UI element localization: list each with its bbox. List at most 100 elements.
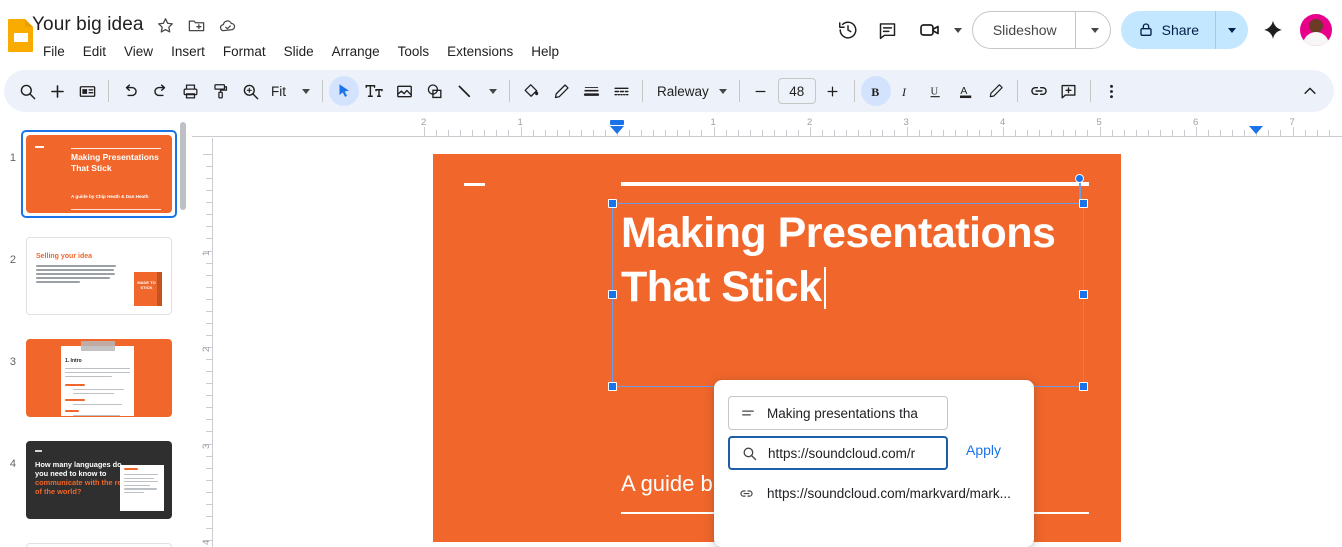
filmstrip-slide-4[interactable]: 4 How many languages do you need to know…	[2, 436, 177, 524]
insert-comment-icon[interactable]	[1054, 76, 1084, 106]
slideshow-button[interactable]: Slideshow	[971, 11, 1111, 49]
slide-subtitle-text[interactable]: A guide b	[621, 471, 713, 497]
zoom-icon[interactable]	[235, 76, 265, 106]
first-line-indent-marker[interactable]	[610, 120, 624, 125]
thumb-body-lines	[36, 265, 116, 285]
resize-handle-middle-right[interactable]	[1079, 290, 1088, 299]
fill-color-icon[interactable]	[516, 76, 546, 106]
filmstrip-slide-2[interactable]: 2 Selling your idea MADE TO STICK	[2, 232, 177, 320]
chevron-down-icon[interactable]	[953, 27, 962, 33]
line-icon[interactable]	[449, 76, 479, 106]
insert-link-icon[interactable]	[1024, 76, 1054, 106]
menu-help[interactable]: Help	[522, 41, 568, 63]
text-box-icon[interactable]	[359, 76, 389, 106]
share-dropdown-button[interactable]	[1216, 27, 1248, 33]
bold-icon[interactable]: B	[860, 76, 891, 106]
ruler-tick	[677, 130, 679, 136]
menu-file[interactable]: File	[34, 41, 74, 63]
menu-extensions[interactable]: Extensions	[438, 41, 522, 63]
star-icon[interactable]	[156, 16, 175, 35]
new-slide-icon[interactable]	[42, 76, 72, 106]
slideshow-dropdown-button[interactable]	[1076, 27, 1110, 33]
resize-handle-bottom-left[interactable]	[608, 382, 617, 391]
link-editor-popup[interactable]: Apply https://soundcloud.com/markvard/ma…	[714, 380, 1034, 547]
highlight-color-icon[interactable]	[981, 76, 1011, 106]
print-icon[interactable]	[175, 76, 205, 106]
text-box-selection-frame[interactable]	[608, 174, 1088, 391]
line-dropdown-icon[interactable]	[479, 76, 503, 106]
image-icon[interactable]	[389, 76, 419, 106]
menu-arrange[interactable]: Arrange	[323, 41, 389, 63]
thumbnail-2: Selling your idea MADE TO STICK	[26, 237, 172, 315]
font-family-selector[interactable]: Raleway	[649, 76, 733, 106]
underline-icon[interactable]: U	[921, 76, 951, 106]
vertical-ruler[interactable]: 1 2 3 4	[192, 138, 214, 547]
menu-tools[interactable]: Tools	[389, 41, 439, 63]
link-url-field[interactable]	[728, 436, 948, 470]
link-text-field[interactable]	[728, 396, 948, 430]
link-url-input[interactable]	[768, 445, 946, 461]
meet-camera-icon[interactable]	[910, 10, 950, 50]
zoom-level-label[interactable]: Fit	[265, 84, 292, 99]
border-dash-icon[interactable]	[606, 76, 636, 106]
border-weight-icon[interactable]	[576, 76, 606, 106]
menu-edit[interactable]: Edit	[74, 41, 115, 63]
thumbnail-shell[interactable]: 1. Intro	[21, 334, 177, 422]
thumbnail-shell[interactable]: Making Presentations That Stick A guide …	[21, 130, 177, 218]
left-indent-marker[interactable]	[610, 126, 624, 134]
page-title[interactable]: Your big idea	[32, 14, 144, 36]
border-color-icon[interactable]	[546, 76, 576, 106]
rotation-handle[interactable]	[1075, 174, 1084, 183]
layout-icon[interactable]	[72, 76, 102, 106]
decrease-font-size-button[interactable]	[746, 76, 776, 106]
right-indent-marker[interactable]	[1248, 126, 1263, 134]
menu-insert[interactable]: Insert	[162, 41, 214, 63]
resize-handle-bottom-right[interactable]	[1079, 382, 1088, 391]
filmstrip-slide-3[interactable]: 3 1. Intro	[2, 334, 177, 422]
italic-icon[interactable]: I	[891, 76, 921, 106]
zoom-dropdown-icon[interactable]	[292, 76, 316, 106]
ruler-tick	[206, 322, 212, 324]
slide-filmstrip[interactable]: 1 Making Presentations That Stick A guid…	[0, 116, 192, 547]
ruler-tick	[206, 407, 212, 409]
thumbnail-shell[interactable]	[21, 538, 177, 547]
menu-slide[interactable]: Slide	[275, 41, 323, 63]
meet-camera-button[interactable]	[908, 10, 964, 50]
move-to-folder-icon[interactable]	[187, 16, 206, 35]
cloud-saved-icon[interactable]	[218, 16, 237, 35]
link-text-input[interactable]	[767, 405, 947, 421]
gemini-sparkle-icon[interactable]	[1256, 13, 1290, 47]
redo-icon[interactable]	[145, 76, 175, 106]
resize-handle-middle-left[interactable]	[608, 290, 617, 299]
menu-format[interactable]: Format	[214, 41, 275, 63]
ruler-tick	[206, 431, 212, 433]
ruler-tick	[568, 130, 570, 136]
filmstrip-slide-1[interactable]: 1 Making Presentations That Stick A guid…	[2, 130, 177, 218]
version-history-icon[interactable]	[828, 10, 868, 50]
resize-handle-top-right[interactable]	[1079, 199, 1088, 208]
ruler-tick	[206, 226, 212, 228]
share-button[interactable]: Share	[1120, 11, 1248, 49]
select-icon[interactable]	[329, 76, 359, 106]
shape-icon[interactable]	[419, 76, 449, 106]
link-suggestion-item[interactable]: https://soundcloud.com/markvard/mark...	[728, 478, 1026, 508]
comment-icon[interactable]	[868, 10, 908, 50]
collapse-toolbar-icon[interactable]	[1294, 75, 1326, 107]
thumbnail-shell[interactable]: Selling your idea MADE TO STICK	[21, 232, 177, 320]
filmstrip-slide-5[interactable]: 5	[2, 538, 177, 547]
increase-font-size-button[interactable]	[818, 76, 848, 106]
text-color-icon[interactable]: A	[951, 76, 981, 106]
paint-format-icon[interactable]	[205, 76, 235, 106]
menu-view[interactable]: View	[115, 41, 162, 63]
filmstrip-scrollbar[interactable]	[180, 122, 186, 210]
resize-handle-top-left[interactable]	[608, 199, 617, 208]
apply-button[interactable]: Apply	[966, 442, 1001, 458]
ruler-tick	[1015, 130, 1017, 136]
search-icon[interactable]	[12, 76, 42, 106]
font-size-input[interactable]	[777, 78, 816, 104]
avatar[interactable]	[1300, 14, 1332, 46]
undo-icon[interactable]	[115, 76, 145, 106]
thumbnail-shell[interactable]: How many languages do you need to know t…	[21, 436, 177, 524]
more-options-icon[interactable]	[1097, 76, 1127, 106]
horizontal-ruler[interactable]: 2 1 1 2 3 4 5 6 7	[192, 116, 1342, 138]
